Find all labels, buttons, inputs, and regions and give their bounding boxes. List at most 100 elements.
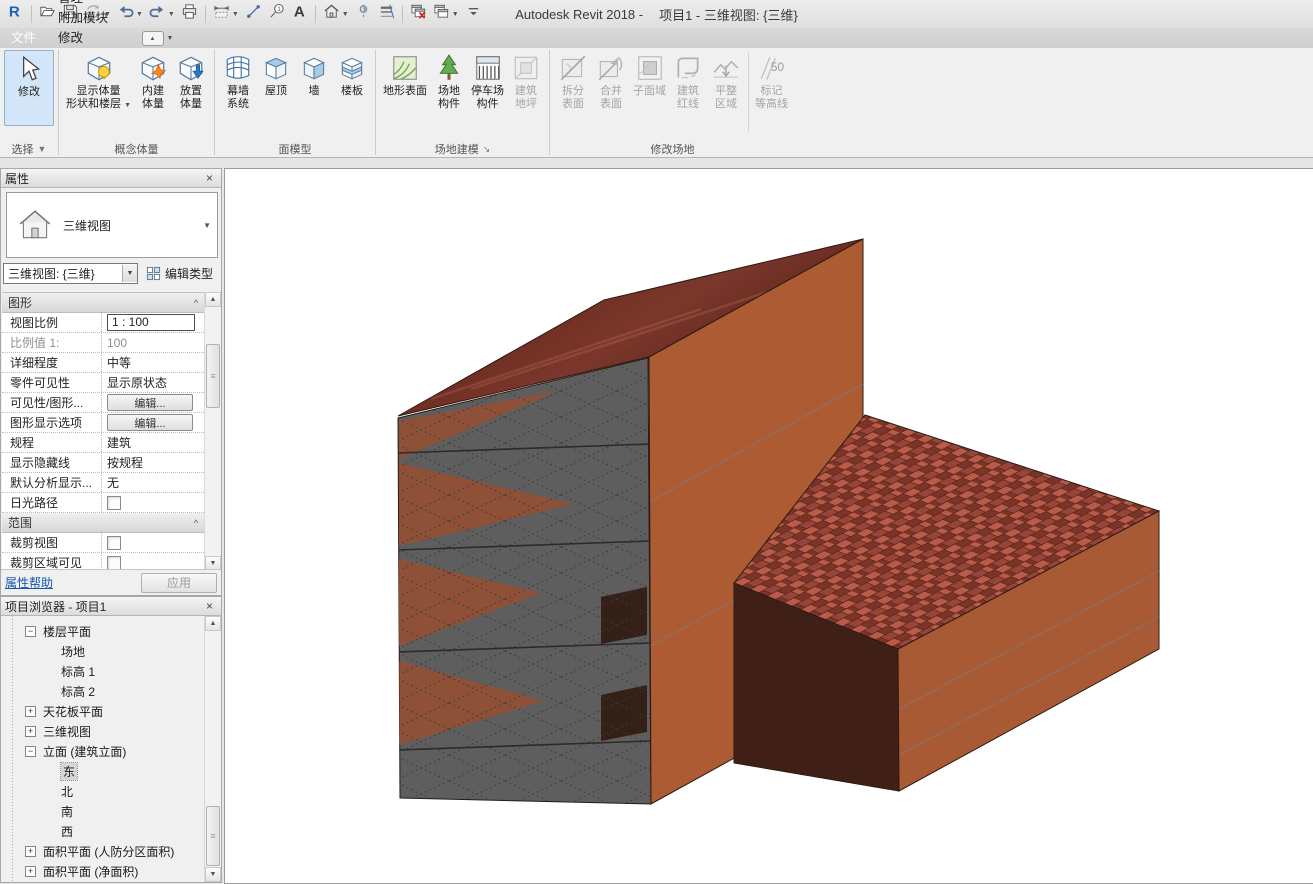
properties-close-icon[interactable]: × [202,171,217,185]
tree-item-天花板平面[interactable]: +天花板平面 [1,701,203,721]
collapse-icon[interactable]: − [25,626,36,637]
ribbon-button-修改[interactable]: 修改 [4,50,54,126]
ribbon-minimize-control[interactable]: ▲ ▼ [142,31,174,46]
tree-item-东[interactable]: 东 [1,761,203,781]
edit-type-button[interactable]: 编辑类型 [146,265,213,282]
default-3d-view-button[interactable]: ▼ [320,2,352,26]
properties-help-link[interactable]: 属性帮助 [5,574,53,591]
ribbon-button-墙[interactable]: 墙 [295,50,333,98]
panel-label-修改场地[interactable]: 修改场地 [554,141,791,157]
property-checkbox[interactable] [107,536,121,550]
type-selector[interactable]: 三维视图 ▼ [6,192,218,258]
apply-button[interactable]: 应用 [141,573,217,593]
scroll-down-icon[interactable]: ▼ [205,867,221,882]
tree-item-南[interactable]: 南 [1,801,203,821]
tree-item-场地[interactable]: 场地 [1,641,203,661]
tab-file[interactable]: 文件 [0,28,47,48]
ribbon-button-显示体量形状和楼层[interactable]: 显示体量形状和楼层 ▼ [63,50,134,111]
type-selector-dropdown-icon[interactable]: ▼ [203,221,217,230]
section-button[interactable] [352,2,375,26]
ribbon-button-平整区域[interactable]: 平整区域 [707,50,745,111]
label-contours-icon: 50 [757,53,787,83]
tree-item-标高 1[interactable]: 标高 1 [1,661,203,681]
revit-logo-button[interactable]: R [4,2,27,26]
property-value[interactable]: 显示原状态 [101,373,204,392]
collapse-icon[interactable]: − [25,746,36,757]
ribbon-button-label: 形状和楼层 ▼ [66,98,131,111]
ribbon-button-子面域[interactable]: 子面域 [630,50,669,98]
aligned-dimension-button[interactable] [242,2,265,26]
property-group-header-范围[interactable]: 范围^ [2,513,204,533]
properties-scrollbar[interactable]: ▲ ≡ ▼ [204,292,221,571]
expand-icon[interactable]: + [25,726,36,737]
ribbon-button-场地构件[interactable]: 场地构件 [430,50,468,111]
ribbon-button-拆分表面[interactable]: 拆分表面 [554,50,592,111]
redo-button[interactable]: ▼ [146,2,178,26]
dialog-launcher-icon[interactable]: ↘ [483,144,491,155]
tree-item-北[interactable]: 北 [1,781,203,801]
expand-icon[interactable]: + [25,866,36,877]
tree-item-partial[interactable]: + [1,881,203,882]
edit-button[interactable]: 编辑... [107,414,193,431]
scroll-up-icon[interactable]: ▲ [205,292,221,307]
panel-label-概念体量[interactable]: 概念体量 [63,141,210,157]
property-value[interactable]: 按规程 [101,453,204,472]
project-browser-close-icon[interactable]: × [202,599,217,613]
tab-修改[interactable]: 修改 [47,28,132,48]
measure-button[interactable]: ▼ [210,2,242,26]
mass-bulb-icon [84,53,114,83]
tree-item-西[interactable]: 西 [1,821,203,841]
ribbon-button-楼板[interactable]: 楼板 [333,50,371,98]
ribbon-button-幕墙系统[interactable]: 幕墙系统 [219,50,257,111]
tree-item-标高 2[interactable]: 标高 2 [1,681,203,701]
property-value-editbox[interactable]: 1 : 100 [107,314,195,331]
ribbon-button-建筑红线[interactable]: 建筑红线 [669,50,707,111]
tree-item-立面 (建筑立面)[interactable]: −立面 (建筑立面) [1,741,203,761]
ribbon-button-合并表面[interactable]: 合并表面 [592,50,630,111]
ribbon-button-地形表面[interactable]: 地形表面 [380,50,430,98]
expand-icon[interactable]: + [25,706,36,717]
view-instance-combobox[interactable]: 三维视图: {三维} ▼ [3,263,138,284]
panel-label-场地建模[interactable]: 场地建模↘ [380,141,545,157]
properties-scroll-thumb[interactable]: ≡ [206,344,220,408]
tree-item-三维视图[interactable]: +三维视图 [1,721,203,741]
ribbon-button-放置体量[interactable]: 放置体量 [172,50,210,111]
tab-管理[interactable]: 管理 [47,0,132,8]
property-value[interactable]: 100 [101,333,204,352]
print-button[interactable] [178,2,201,26]
customize-qat-button[interactable] [462,2,485,26]
text-button[interactable]: A [288,2,311,26]
edit-button[interactable]: 编辑... [107,394,193,411]
property-checkbox[interactable] [107,556,121,570]
close-hidden-windows-button[interactable] [407,2,430,26]
collapse-chevron-icon[interactable]: ^ [194,518,198,528]
3d-view[interactable] [225,169,1313,883]
expand-icon[interactable]: + [25,846,36,857]
property-value[interactable]: 建筑 [101,433,204,452]
scroll-up-icon[interactable]: ▲ [205,616,221,631]
browser-scroll-thumb[interactable]: ≡ [206,806,220,866]
ribbon-button-屋顶[interactable]: 屋顶 [257,50,295,98]
panel-label-面模型[interactable]: 面模型 [219,141,371,157]
ribbon-button-建筑地坪[interactable]: 建筑地坪 [507,50,545,111]
tree-item-面积平面 (净面积)[interactable]: +面积平面 (净面积) [1,861,203,881]
drawing-area[interactable] [224,168,1313,884]
ribbon-button-停车场构件[interactable]: 停车场构件 [468,50,507,111]
property-group-header-图形[interactable]: 图形^ [2,293,204,313]
property-checkbox[interactable] [107,496,121,510]
view-instance-dropdown-icon[interactable]: ▼ [122,265,137,282]
tag-by-category-button[interactable]: 1 [265,2,288,26]
thin-lines-button[interactable] [375,2,398,26]
tab-附加模块[interactable]: 附加模块 [47,8,132,28]
tree-item-楼层平面[interactable]: −楼层平面 [1,621,203,641]
collapse-chevron-icon[interactable]: ^ [194,298,198,308]
ribbon-button-label: 地坪 [515,98,537,111]
switch-windows-button[interactable]: ▼ [430,2,462,26]
ribbon-button-内建体量[interactable]: 内建体量 [134,50,172,111]
property-value[interactable]: 无 [101,473,204,492]
tree-item-面积平面 (人防分区面积)[interactable]: +面积平面 (人防分区面积) [1,841,203,861]
property-value[interactable]: 中等 [101,353,204,372]
browser-scrollbar[interactable]: ▲ ≡ ▼ [204,616,221,882]
ribbon-button-标记等高线[interactable]: 50标记等高线 [752,50,791,111]
panel-label-选择[interactable]: 选择▼ [4,141,54,157]
